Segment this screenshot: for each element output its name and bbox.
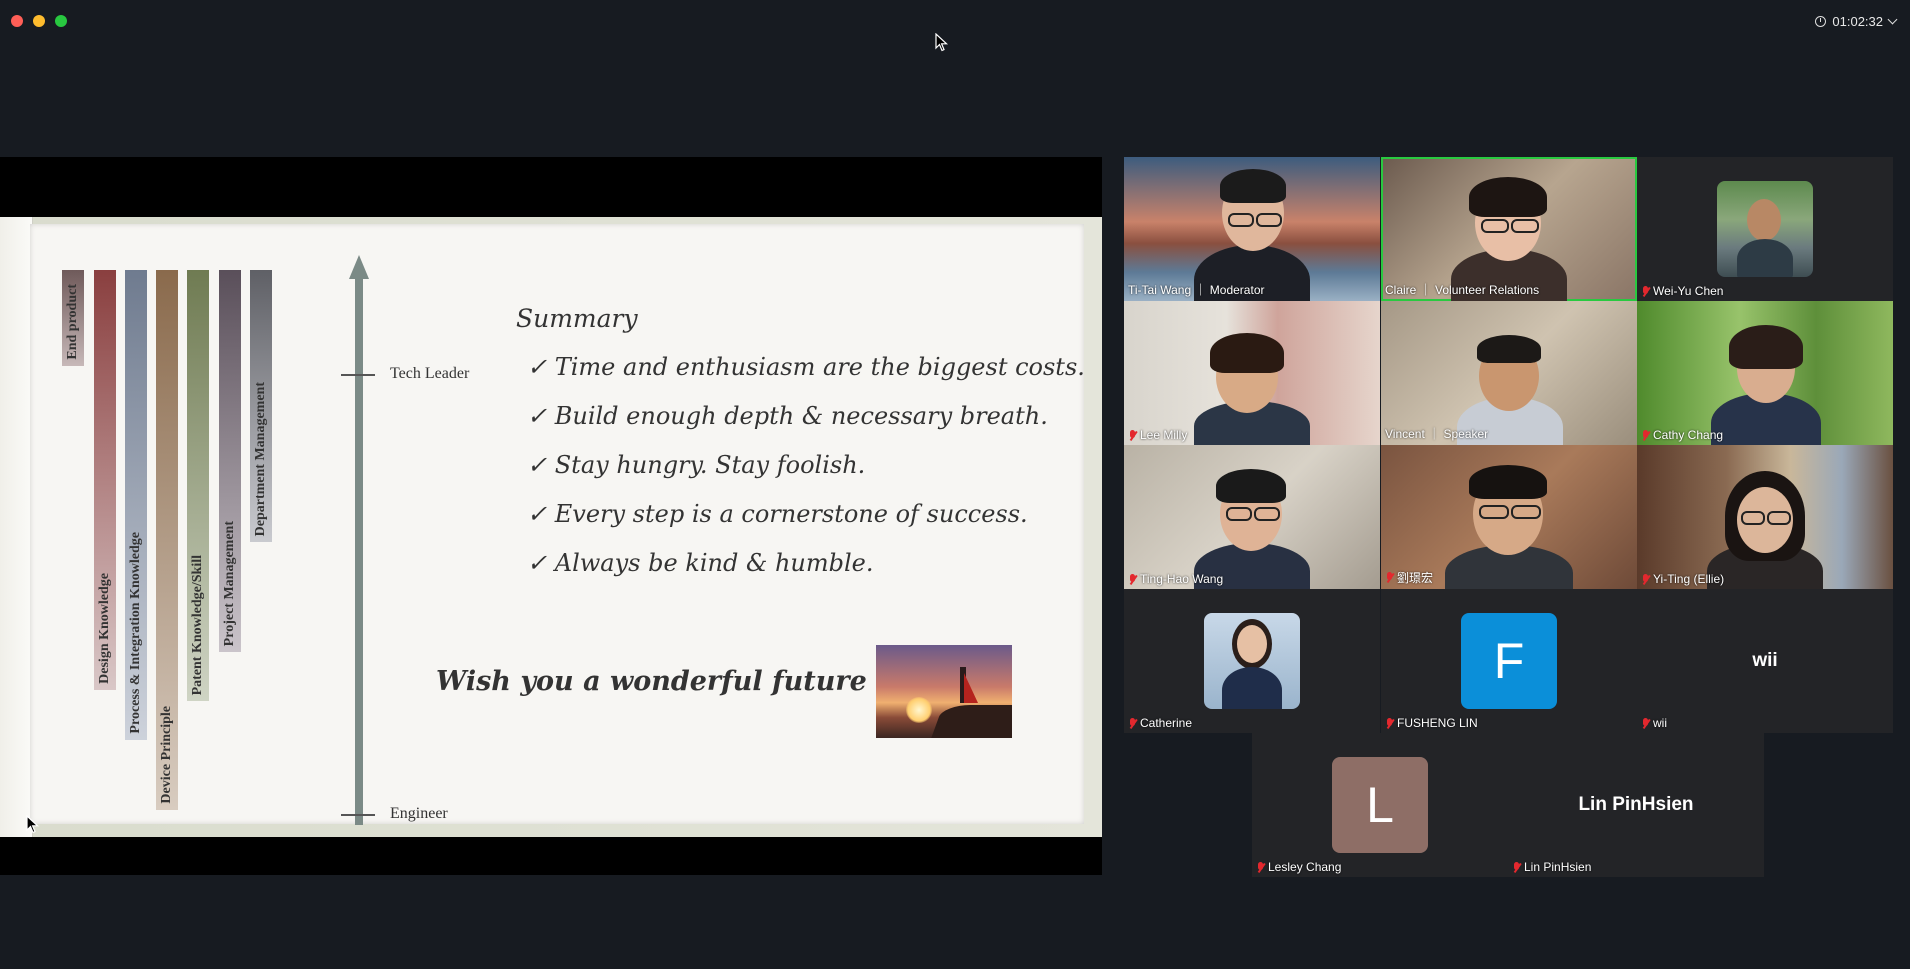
summary-item: ✓ Stay hungry. Stay foolish.	[527, 451, 866, 479]
minimize-window-button[interactable]	[33, 15, 45, 27]
skill-bar-label: Project Management	[222, 520, 237, 646]
page-edge	[0, 217, 33, 837]
mic-muted-icon	[1256, 861, 1265, 873]
mic-muted-icon	[1641, 285, 1650, 297]
participant-name: Yi-Ting (Ellie)	[1641, 572, 1724, 586]
close-window-button[interactable]	[11, 15, 23, 27]
video-tile[interactable]: wii wii	[1637, 589, 1893, 733]
mic-muted-icon	[1128, 717, 1137, 729]
participant-name: Cathy Chang	[1641, 428, 1723, 442]
avatar: F	[1461, 613, 1557, 709]
skill-bar: Device Principle	[156, 270, 178, 810]
tech-leader-tick	[341, 374, 375, 376]
participant-display-name: Lin PinHsien	[1578, 794, 1694, 815]
career-axis	[355, 276, 363, 825]
skill-bar-label: Patent Knowledge/Skill	[190, 554, 205, 695]
maximize-window-button[interactable]	[55, 15, 67, 27]
mic-muted-icon	[1641, 429, 1650, 441]
skill-bar: Department Management	[250, 270, 272, 542]
participant-name: wii	[1641, 716, 1667, 730]
video-tile-active-speaker[interactable]: Claire ｜ Volunteer Relations	[1381, 157, 1637, 301]
video-tile[interactable]: Catherine	[1124, 589, 1380, 733]
hero-image	[876, 645, 1012, 738]
participant-name: Claire ｜ Volunteer Relations	[1385, 283, 1540, 297]
meeting-timer-text: 01:02:32	[1832, 13, 1883, 29]
participant-name: Wei-Yu Chen	[1641, 284, 1723, 298]
video-tile[interactable]: Vincent ｜ Speaker	[1381, 301, 1637, 445]
participant-name: Ti-Tai Wang ｜ Moderator	[1128, 283, 1265, 297]
skill-bar: Patent Knowledge/Skill	[187, 270, 209, 701]
summary-item: ✓ Time and enthusiasm are the biggest co…	[527, 353, 1085, 381]
skill-bar: Design Knowledge	[94, 270, 116, 690]
participant-name: Lin PinHsien	[1512, 860, 1591, 874]
video-tile[interactable]: Ting-Hao Wang	[1124, 445, 1380, 589]
participant-display-name: wii	[1752, 650, 1778, 671]
tech-leader-label: Tech Leader	[390, 365, 470, 382]
video-tile[interactable]: L Lesley Chang	[1252, 733, 1508, 877]
participant-name: Vincent ｜ Speaker	[1385, 427, 1489, 441]
video-tile[interactable]: 劉璟宏	[1381, 445, 1637, 589]
video-tile[interactable]: Cathy Chang	[1637, 301, 1893, 445]
participant-name: Ting-Hao Wang	[1128, 572, 1223, 586]
mic-muted-icon	[1512, 861, 1521, 873]
skill-bar-label: Design Knowledge	[97, 573, 112, 684]
mic-muted-icon	[1641, 573, 1650, 585]
shared-screen: End product Design Knowledge Process & Int…	[0, 157, 1102, 875]
wish-text: Wish you a wonderful future	[436, 666, 867, 697]
profile-photo	[1204, 613, 1300, 709]
participant-name: Catherine	[1128, 716, 1192, 730]
mic-muted-icon	[1385, 717, 1394, 729]
skill-bar-label: Process & Integration Knowledge	[128, 532, 143, 734]
axis-arrow-up	[349, 255, 369, 279]
meeting-timer[interactable]: 01:02:32	[1815, 12, 1898, 30]
participant-name: FUSHENG LIN	[1385, 716, 1478, 730]
mic-muted-icon	[1128, 573, 1137, 585]
mouse-pointer-icon	[935, 33, 949, 52]
clock-icon	[1815, 15, 1827, 27]
chevron-down-icon	[1887, 14, 1898, 24]
summary-item: ✓ Build enough depth & necessary breath.	[527, 402, 1048, 430]
summary-item: ✓ Every step is a cornerstone of success…	[527, 500, 1028, 528]
participant-name: 劉璟宏	[1385, 569, 1433, 586]
skill-bar-label: Department Management	[253, 381, 268, 536]
video-tile[interactable]: Yi-Ting (Ellie)	[1637, 445, 1893, 589]
mic-muted-icon	[1128, 429, 1137, 441]
participant-name: Lee Milly	[1128, 428, 1187, 442]
presentation-slide: End product Design Knowledge Process & Int…	[0, 217, 1102, 837]
engineer-tick	[341, 814, 375, 816]
skill-bar: Process & Integration Knowledge	[125, 270, 147, 740]
summary-title: Summary	[516, 304, 638, 333]
skill-bar-label: End product	[65, 284, 80, 360]
video-tile[interactable]: F FUSHENG LIN	[1381, 589, 1637, 733]
mic-muted-icon	[1385, 572, 1394, 583]
video-tile[interactable]: Lin PinHsien Lin PinHsien	[1508, 733, 1764, 877]
engineer-label: Engineer	[390, 805, 448, 822]
slide-page: End product Design Knowledge Process & Int…	[30, 224, 1085, 825]
video-tile[interactable]: Ti-Tai Wang ｜ Moderator	[1124, 157, 1380, 301]
profile-photo	[1717, 181, 1813, 277]
mic-muted-icon	[1641, 717, 1650, 729]
summary-item: ✓ Always be kind & humble.	[527, 549, 874, 577]
video-tile[interactable]: Lee Milly	[1124, 301, 1380, 445]
skill-bar: End product	[62, 270, 84, 366]
avatar: L	[1332, 757, 1428, 853]
video-tile[interactable]: Wei-Yu Chen	[1637, 157, 1893, 301]
skill-bar: Project Management	[219, 270, 241, 652]
skill-bar-label: Device Principle	[159, 706, 174, 804]
participant-name: Lesley Chang	[1256, 860, 1341, 874]
mouse-pointer-icon	[26, 815, 40, 834]
